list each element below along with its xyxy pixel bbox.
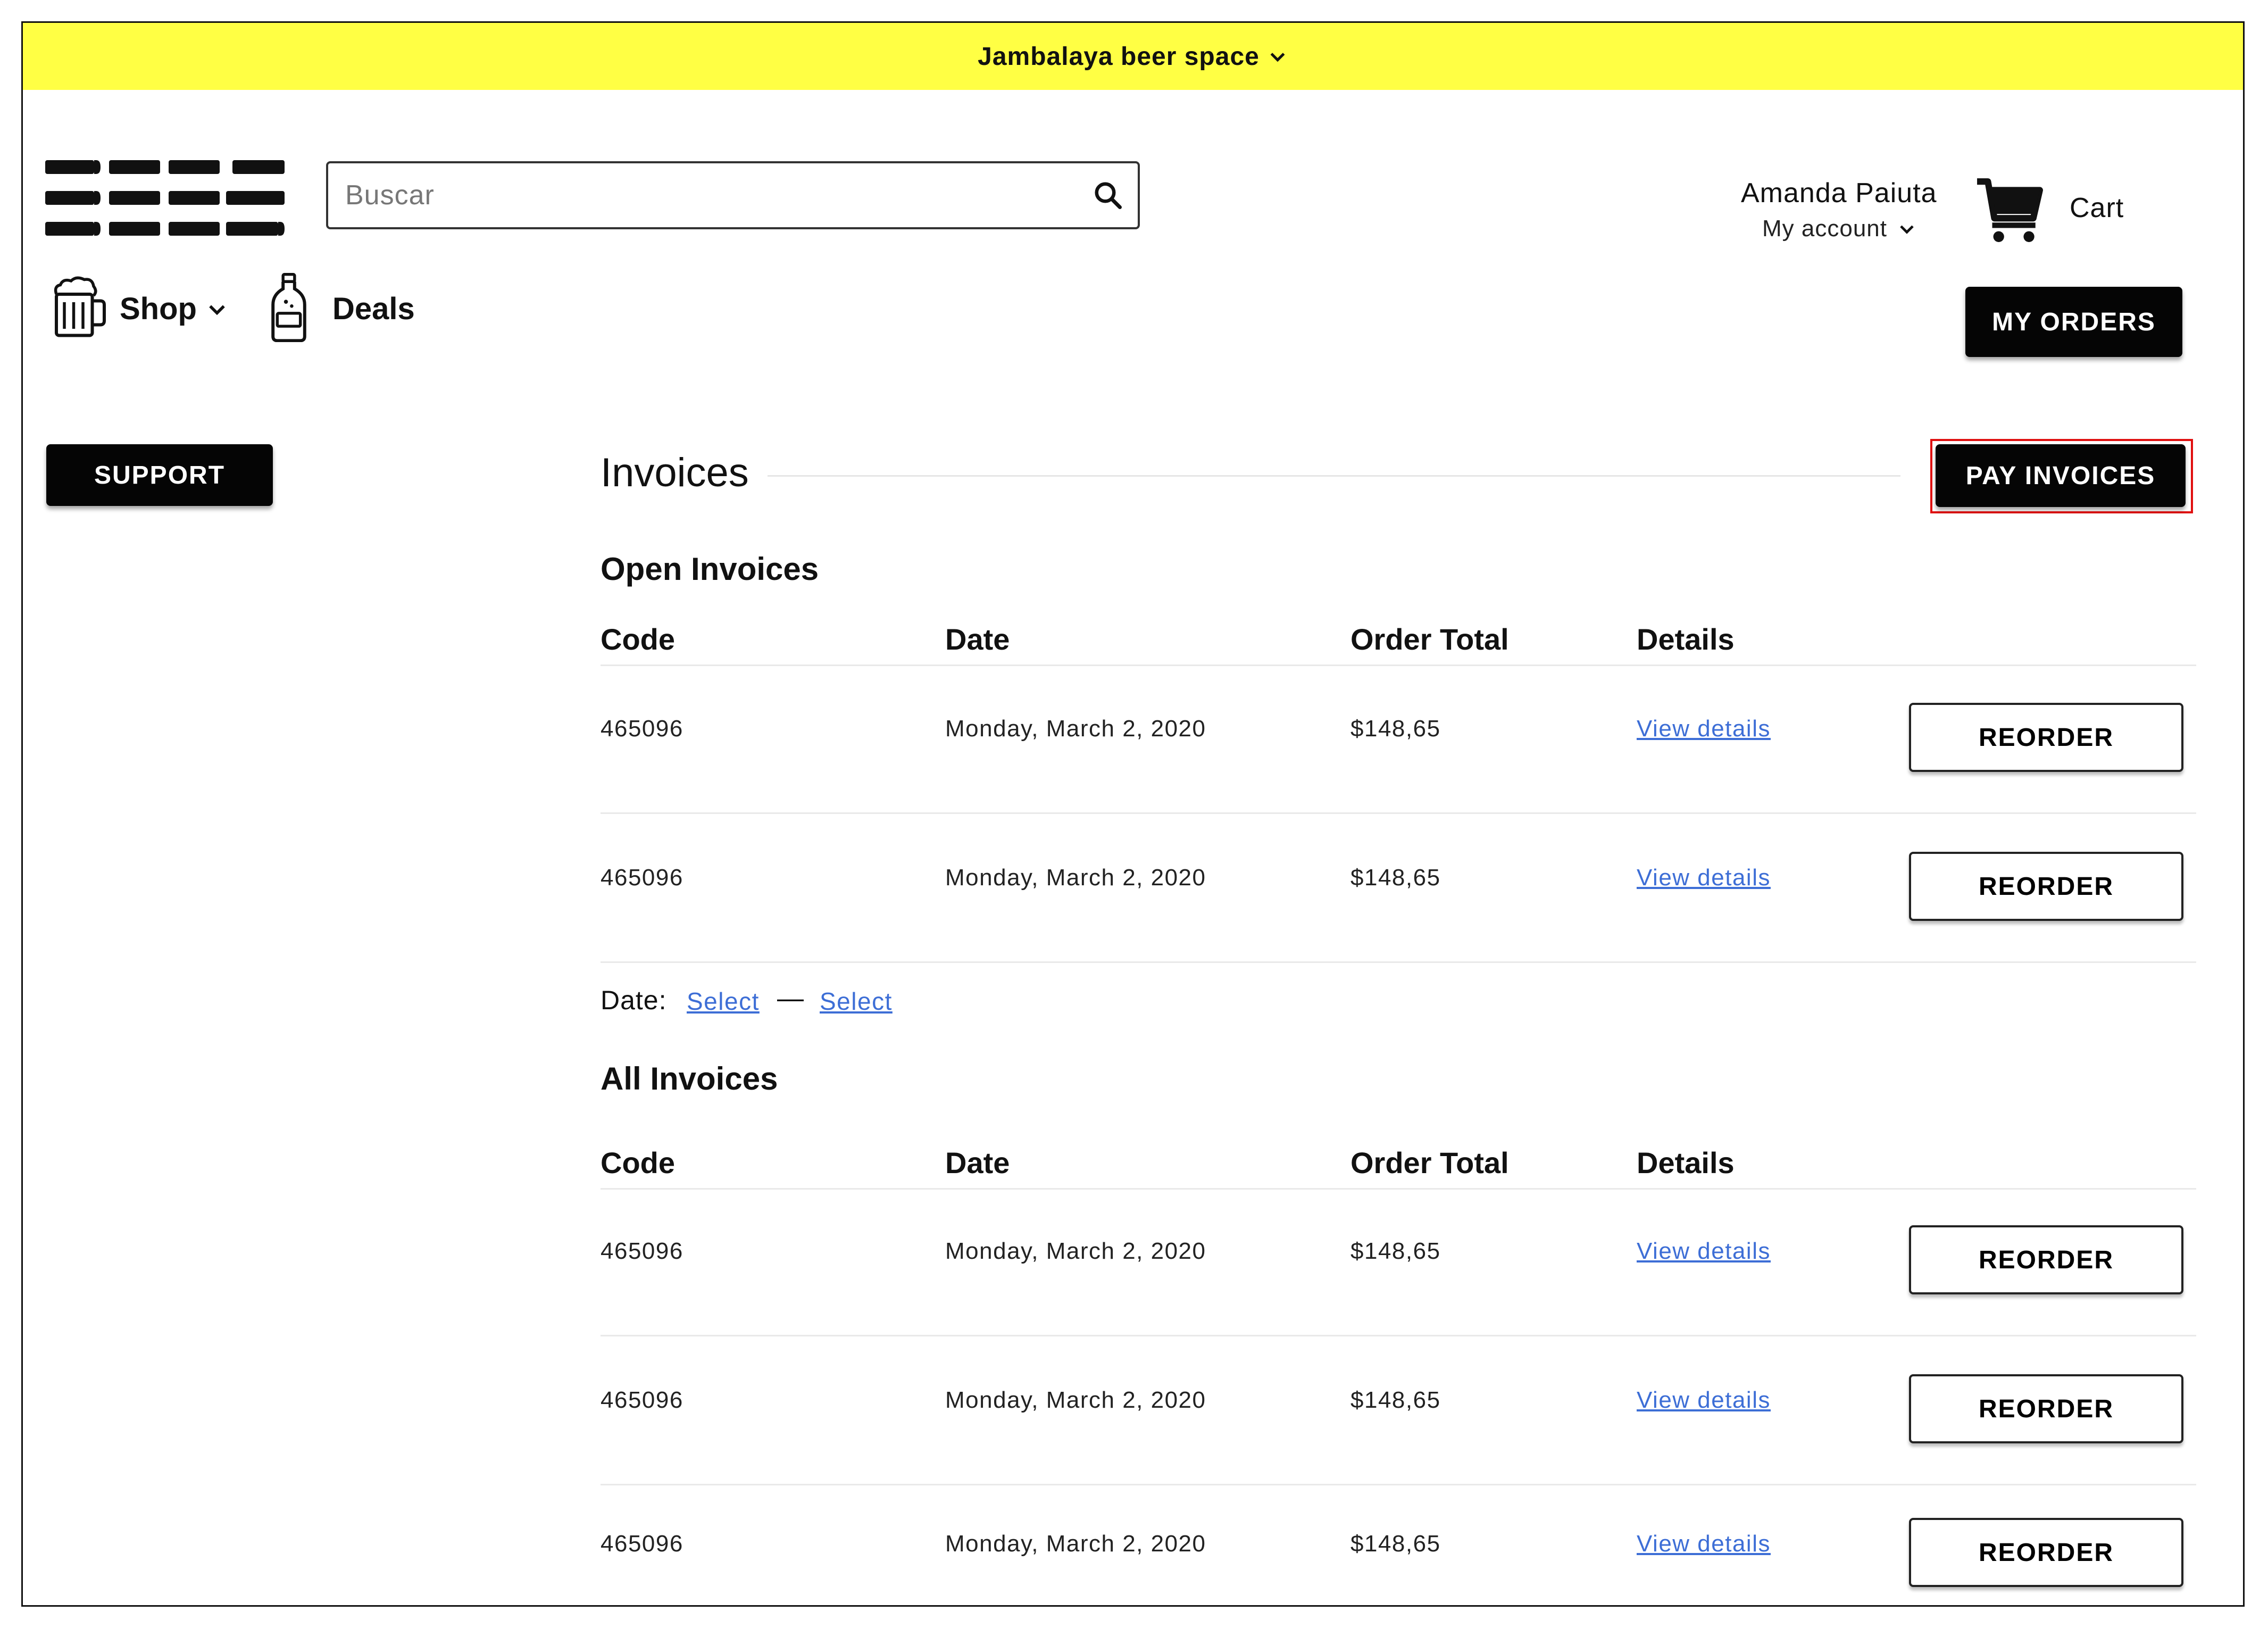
invoice-date: Monday, March 2, 2020 [945,1238,1206,1264]
invoice-code: 465096 [601,716,683,742]
beer-mug-icon [54,276,106,337]
invoice-date: Monday, March 2, 2020 [945,865,1206,891]
account-menu[interactable]: My account [1762,215,1917,242]
support-button[interactable]: SUPPORT [46,444,273,506]
title-divider [768,475,1900,477]
row-divider [601,1335,2196,1336]
view-details-link[interactable]: View details [1637,716,1771,742]
reorder-button[interactable]: REORDER [1909,703,2183,772]
my-orders-button[interactable]: MY ORDERS [1965,287,2182,357]
invoice-code: 465096 [601,1387,683,1413]
invoice-total: $148,65 [1350,1531,1441,1557]
cart-label[interactable]: Cart [2070,192,2124,224]
open-invoices-title: Open Invoices [601,551,819,587]
account-name: Amanda Paiuta [1741,178,1937,209]
column-header-order-total: Order Total [1350,1146,1509,1180]
app-frame: Jambalaya beer space Amanda Paiuta [21,21,2245,1607]
column-header-code: Code [601,622,675,656]
column-header-date: Date [945,622,1010,656]
pay-invoices-button[interactable]: PAY INVOICES [1936,444,2186,507]
bees-logo[interactable] [45,160,285,236]
invoice-date: Monday, March 2, 2020 [945,716,1206,742]
invoice-code: 465096 [601,865,683,891]
search-box [326,161,1140,229]
reorder-button[interactable]: REORDER [1909,1518,2183,1587]
invoice-total: $148,65 [1350,716,1441,742]
all-invoices-title: All Invoices [601,1061,778,1097]
cart-icon[interactable] [1975,175,2044,244]
invoice-total: $148,65 [1350,865,1441,891]
invoice-total: $148,65 [1350,1387,1441,1413]
search-input[interactable] [328,163,1092,228]
column-header-details: Details [1637,1146,1735,1180]
search-icon[interactable] [1092,179,1124,211]
invoice-code: 465096 [601,1531,683,1557]
column-header-code: Code [601,1146,675,1180]
row-divider [601,812,2196,814]
header-divider [601,665,2196,666]
row-divider [601,1484,2196,1485]
date-start-select[interactable]: Select [687,987,760,1016]
column-header-date: Date [945,1146,1010,1180]
chevron-down-icon [1900,225,1914,234]
account-menu-label: My account [1762,215,1887,242]
reorder-button[interactable]: REORDER [1909,1374,2183,1443]
store-name: Jambalaya beer space [978,42,1260,71]
column-header-details: Details [1637,622,1735,656]
chevron-down-icon [1270,53,1285,62]
view-details-link[interactable]: View details [1637,1531,1771,1557]
header-divider [601,1188,2196,1190]
page-title: Invoices [601,450,749,495]
row-divider [601,961,2196,963]
nav-shop[interactable]: Shop [120,291,229,327]
invoice-date: Monday, March 2, 2020 [945,1531,1206,1557]
view-details-link[interactable]: View details [1637,1238,1771,1265]
view-details-link[interactable]: View details [1637,865,1771,891]
date-separator: — [777,983,804,1013]
nav-shop-label: Shop [120,292,197,326]
column-header-order-total: Order Total [1350,622,1509,656]
nav-deals[interactable]: Deals [332,291,415,327]
chevron-down-icon [209,305,225,315]
view-details-link[interactable]: View details [1637,1387,1771,1414]
date-filter-label: Date: [601,985,667,1015]
reorder-button[interactable]: REORDER [1909,852,2183,921]
store-selector[interactable]: Jambalaya beer space [23,23,2243,90]
bottle-icon [271,273,306,342]
invoice-code: 465096 [601,1238,683,1264]
invoice-date: Monday, March 2, 2020 [945,1387,1206,1413]
reorder-button[interactable]: REORDER [1909,1225,2183,1294]
date-end-select[interactable]: Select [820,987,893,1016]
invoice-total: $148,65 [1350,1238,1441,1264]
